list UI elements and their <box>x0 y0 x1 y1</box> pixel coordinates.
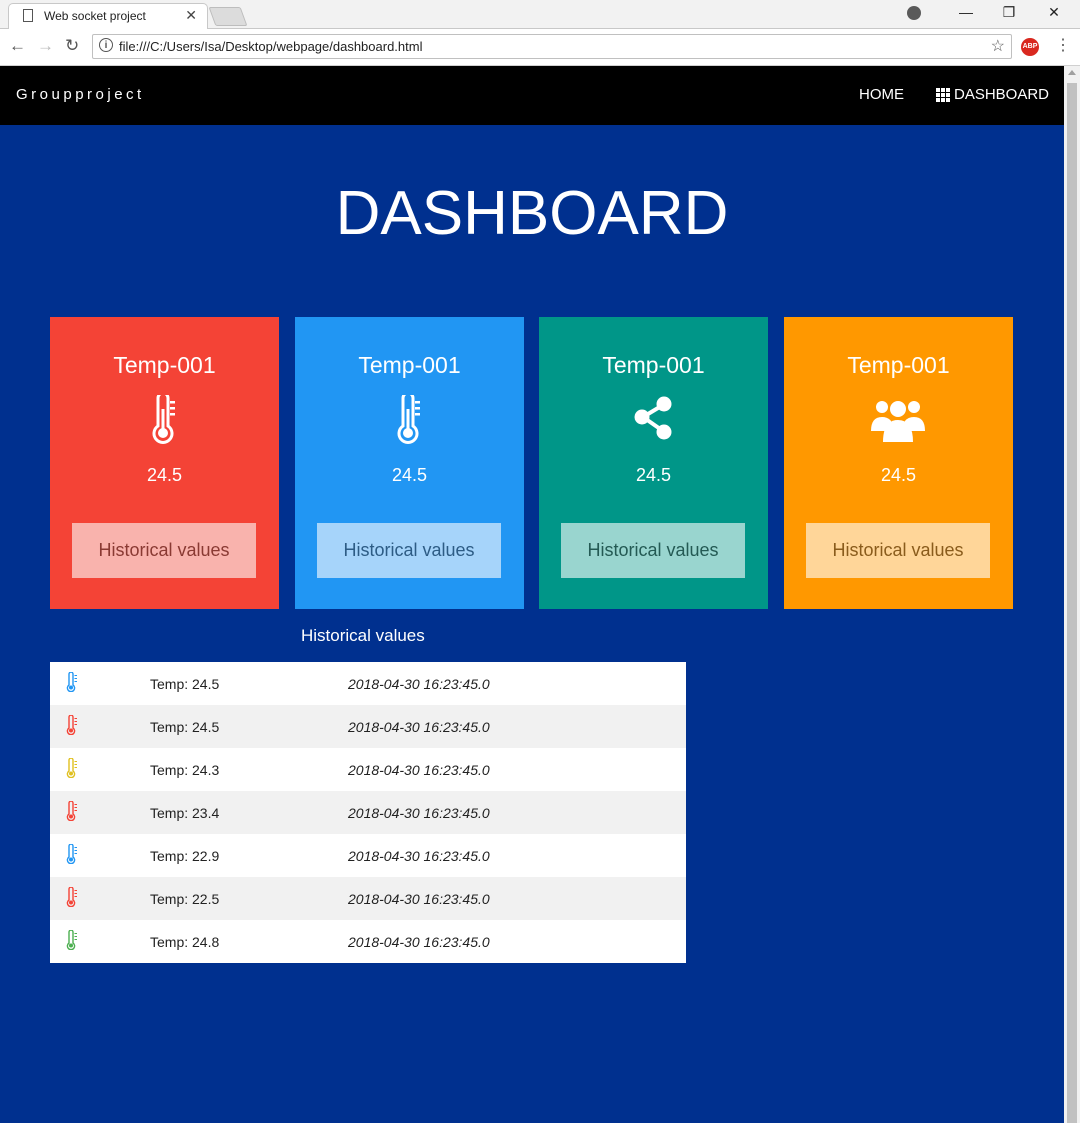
table-row: Temp: 23.4 2018-04-30 16:23:45.0 <box>50 791 686 834</box>
history-heading: Historical values <box>301 626 425 645</box>
card-title: Temp-001 <box>358 352 461 378</box>
scrollbar-thumb[interactable] <box>1067 83 1077 1123</box>
url-text[interactable]: file:///C:/Users/Isa/Desktop/webpage/das… <box>119 39 422 54</box>
row-timestamp: 2018-04-30 16:23:45.0 <box>348 718 490 735</box>
row-timestamp: 2018-04-30 16:23:45.0 <box>348 761 490 778</box>
row-value: Temp: 22.5 <box>150 890 220 907</box>
row-thermometer-icon <box>50 662 150 705</box>
row-timestamp: 2018-04-30 16:23:45.0 <box>348 675 490 692</box>
share-icon <box>634 396 672 440</box>
table-row: Temp: 24.3 2018-04-30 16:23:45.0 <box>50 748 686 791</box>
adblock-icon[interactable]: ABP <box>1021 38 1039 56</box>
nav-dashboard-link[interactable]: DASHBOARD <box>936 86 1049 103</box>
historical-values-button[interactable]: Historical values <box>317 523 501 578</box>
table-row: Temp: 22.9 2018-04-30 16:23:45.0 <box>50 834 686 877</box>
historical-values-button[interactable]: Historical values <box>561 523 745 578</box>
page-scrollbar[interactable] <box>1064 66 1080 1123</box>
historical-values-button[interactable]: Historical values <box>806 523 990 578</box>
thermometer-icon <box>397 395 420 444</box>
row-thermometer-icon <box>50 791 150 834</box>
row-thermometer-icon <box>50 705 150 748</box>
site-navbar: Groupproject HOME DASHBOARD <box>0 66 1064 125</box>
row-thermometer-icon <box>50 920 150 963</box>
new-tab-button[interactable] <box>208 7 248 26</box>
row-timestamp: 2018-04-30 16:23:45.0 <box>348 847 490 864</box>
forward-icon[interactable]: → <box>37 36 54 56</box>
row-value: Temp: 23.4 <box>150 804 220 821</box>
card-title: Temp-001 <box>113 352 216 378</box>
row-value: Temp: 24.5 <box>150 675 220 692</box>
row-timestamp: 2018-04-30 16:23:45.0 <box>348 804 490 821</box>
tab-close-icon[interactable]: ✕ <box>185 7 197 24</box>
nav-home-link[interactable]: HOME <box>859 86 904 103</box>
sensor-card: Temp-001 24.5 Historical values <box>784 317 1013 609</box>
row-timestamp: 2018-04-30 16:23:45.0 <box>348 933 490 950</box>
row-value: Temp: 24.8 <box>150 933 220 950</box>
sensor-card: Temp-001 24.5 Historical values <box>295 317 524 609</box>
url-field[interactable]: i file:///C:/Users/Isa/Desktop/webpage/d… <box>92 34 1012 59</box>
window-close-icon[interactable]: ✕ <box>1044 4 1064 21</box>
back-icon[interactable]: ← <box>9 36 26 56</box>
grid-icon <box>936 87 950 102</box>
page-title: DASHBOARD <box>335 179 729 248</box>
history-table: Temp: 24.5 2018-04-30 16:23:45.0 Temp: 24.… <box>50 662 686 963</box>
users-icon <box>871 401 925 442</box>
card-value: 24.5 <box>635 465 672 485</box>
scroll-up-icon[interactable] <box>1068 70 1076 75</box>
sensor-card: Temp-001 24.5 Historical values <box>50 317 279 609</box>
row-thermometer-icon <box>50 748 150 791</box>
row-value: Temp: 24.3 <box>150 761 220 778</box>
table-row: Temp: 24.5 2018-04-30 16:23:45.0 <box>50 662 686 705</box>
row-thermometer-icon <box>50 877 150 920</box>
table-row: Temp: 22.5 2018-04-30 16:23:45.0 <box>50 877 686 920</box>
historical-values-button[interactable]: Historical values <box>72 523 256 578</box>
page-icon <box>23 9 33 22</box>
table-row: Temp: 24.8 2018-04-30 16:23:45.0 <box>50 920 686 963</box>
thermometer-icon <box>152 395 175 444</box>
profile-icon[interactable] <box>907 6 921 20</box>
tab-title: Web socket project <box>44 9 146 23</box>
reload-icon[interactable]: ↻ <box>65 36 79 56</box>
browser-tab[interactable]: Web socket project ✕ <box>8 3 208 29</box>
restore-icon[interactable]: ❐ <box>999 4 1019 21</box>
bookmark-star-icon[interactable]: ☆ <box>991 36 1005 56</box>
nav-dashboard-label: DASHBOARD <box>954 86 1050 103</box>
minimize-icon[interactable]: — <box>956 4 976 20</box>
card-title: Temp-001 <box>847 352 950 378</box>
browser-menu-icon[interactable]: ⋮ <box>1055 35 1071 55</box>
card-title: Temp-001 <box>602 352 705 378</box>
row-thermometer-icon <box>50 834 150 877</box>
card-value: 24.5 <box>391 465 428 485</box>
info-icon[interactable]: i <box>99 38 113 52</box>
card-value: 24.5 <box>880 465 917 485</box>
card-value: 24.5 <box>146 465 183 485</box>
table-row: Temp: 24.5 2018-04-30 16:23:45.0 <box>50 705 686 748</box>
row-value: Temp: 22.9 <box>150 847 220 864</box>
row-timestamp: 2018-04-30 16:23:45.0 <box>348 890 490 907</box>
address-bar: ← → ↻ i file:///C:/Users/Isa/Desktop/web… <box>0 29 1080 66</box>
row-value: Temp: 24.5 <box>150 718 220 735</box>
browser-tab-strip: Web socket project ✕ — ❐ ✕ <box>0 0 1080 29</box>
sensor-card: Temp-001 24.5 Historical values <box>539 317 768 609</box>
brand-logo[interactable]: Groupproject <box>16 86 145 103</box>
